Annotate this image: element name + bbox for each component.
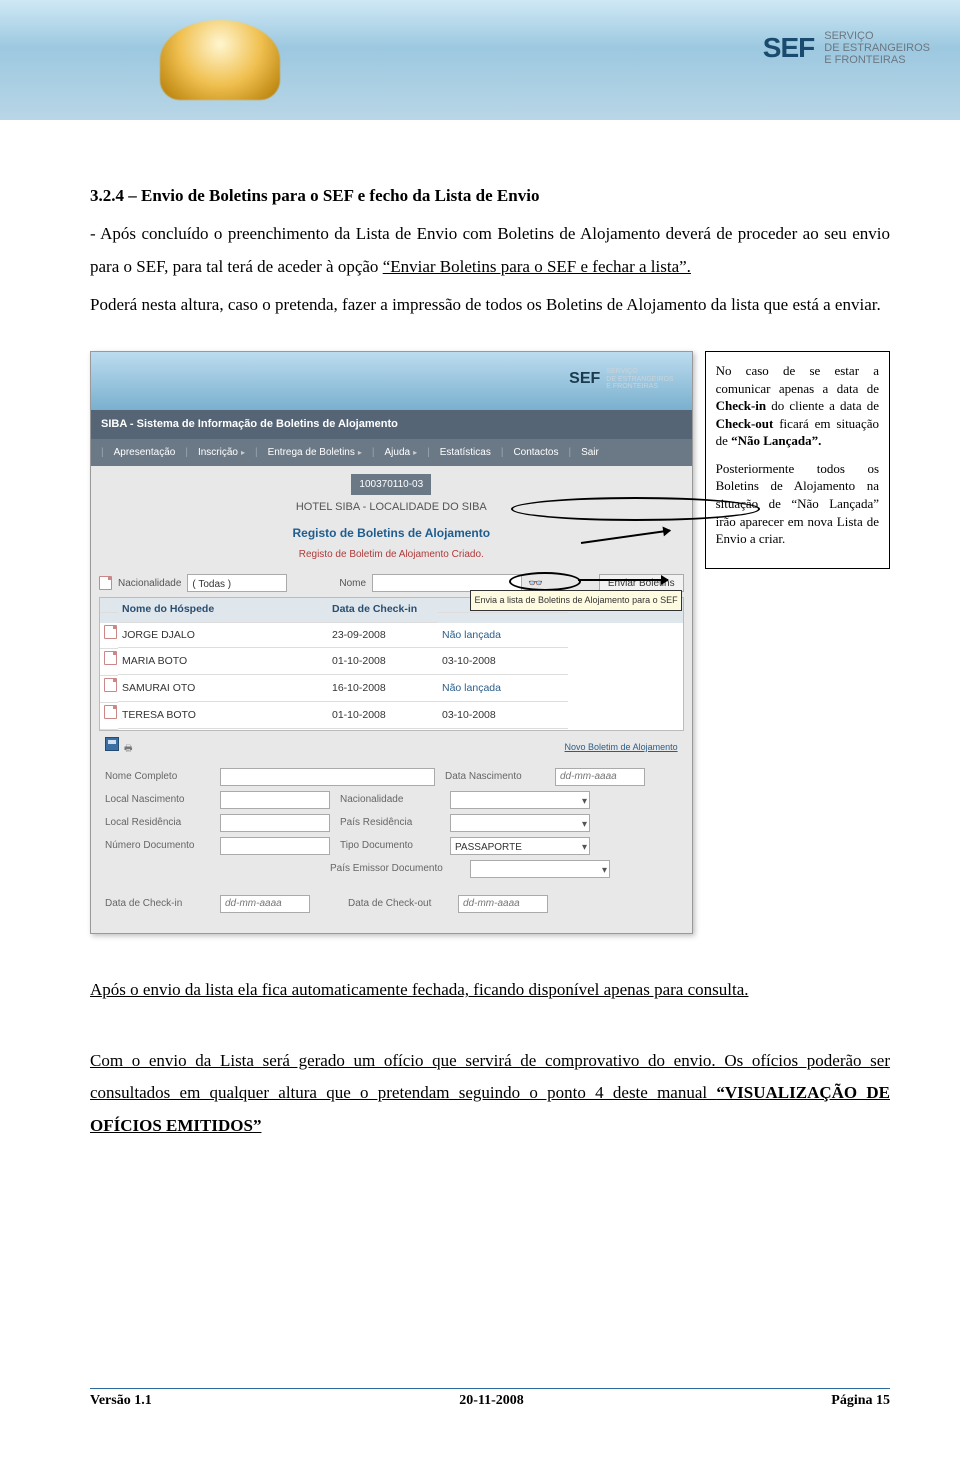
lbl-nacionalidade: Nacionalidade: [340, 790, 440, 809]
row-doc-icon: [104, 625, 117, 639]
data-grid: Nome do Hóspede Data de Check-in JORGE D…: [99, 597, 684, 732]
label-nome: Nome: [339, 574, 366, 593]
form-area: Nome Completo Data Nascimento Local Nasc…: [91, 759, 692, 921]
menu-contactos[interactable]: Contactos: [513, 443, 558, 462]
lbl-local-nasc: Local Nascimento: [105, 790, 210, 809]
filter-row: Nacionalidade ( Todas ) Nome 👓 Enviar Bo…: [91, 568, 692, 597]
menu-inscricao[interactable]: Inscrição: [198, 443, 245, 462]
app-banner: SEF SERVIÇO DE ESTRANGEIROS E FRONTEIRAS: [91, 352, 692, 410]
sef-tagline: SERVIÇO DE ESTRANGEIROS E FRONTEIRAS: [824, 30, 930, 66]
footer-version: Versão 1.1: [90, 1393, 152, 1409]
table-row[interactable]: JORGE DJALO 23-09-2008 Não lançada: [100, 623, 683, 650]
menu-estatisticas[interactable]: Estatísticas: [440, 443, 491, 462]
row-doc-icon: [104, 678, 117, 692]
paragraph-1: - Após concluído o preenchimento da List…: [90, 218, 890, 283]
tooltip-enviar: Envia a lista de Boletins de Alojamento …: [470, 590, 681, 611]
lbl-data-nasc: Data Nascimento: [445, 767, 545, 786]
registo-sub: Registo de Boletim de Alojamento Criado.: [91, 545, 692, 564]
select-tipo-doc[interactable]: PASSAPORTE: [450, 837, 590, 855]
link-novo-boletim[interactable]: Novo Boletim de Alojamento: [565, 739, 678, 756]
registo-title: Registo de Boletins de Alojamento: [91, 522, 692, 545]
table-row[interactable]: TERESA BOTO 01-10-2008 03-10-2008: [100, 703, 683, 730]
lbl-num-doc: Número Documento: [105, 836, 210, 855]
lbl-nome-completo: Nome Completo: [105, 767, 210, 786]
menu-entrega[interactable]: Entrega de Boletins: [268, 443, 362, 462]
callout-box: No caso de se estar a comunicar apenas a…: [705, 351, 890, 568]
input-nome-completo[interactable]: [220, 768, 435, 786]
row-doc-icon: [104, 705, 117, 719]
app-screenshot: SEF SERVIÇO DE ESTRANGEIROS E FRONTEIRAS…: [90, 351, 693, 934]
lbl-pais-res: País Residência: [340, 813, 440, 832]
input-checkout[interactable]: [458, 895, 548, 913]
section-title: 3.2.4 – Envio de Boletins para o SEF e f…: [90, 180, 890, 212]
app-sef-logo: SEF: [569, 364, 600, 394]
page-footer: Versão 1.1 20-11-2008 Página 15: [0, 1388, 960, 1439]
select-nacionalidade-form[interactable]: [450, 791, 590, 809]
table-row[interactable]: MARIA BOTO 01-10-2008 03-10-2008: [100, 649, 683, 676]
select-pais-res[interactable]: [450, 814, 590, 832]
menu-apresentacao[interactable]: Apresentação: [114, 443, 176, 462]
save-icon[interactable]: [105, 737, 119, 751]
doc-icon: [99, 576, 112, 590]
print-icon[interactable]: 🖶: [124, 743, 133, 753]
lbl-tipo-doc: Tipo Documento: [340, 836, 440, 855]
lbl-checkout: Data de Check-out: [348, 894, 448, 913]
menu-ajuda[interactable]: Ajuda: [384, 443, 417, 462]
sef-logo-text: SEF: [763, 32, 814, 64]
paragraph-3: Após o envio da lista ela fica automatic…: [90, 974, 890, 1006]
paragraph-2: Poderá nesta altura, caso o pretenda, fa…: [90, 289, 890, 321]
input-data-nasc[interactable]: [555, 768, 645, 786]
table-row[interactable]: SAMURAI OTO 16-10-2008 Não lançada: [100, 676, 683, 703]
input-num-doc[interactable]: [220, 837, 330, 855]
hotel-id: 100370110-03: [351, 474, 431, 495]
label-nacionalidade: Nacionalidade: [118, 574, 181, 593]
page-banner: SEF SERVIÇO DE ESTRANGEIROS E FRONTEIRAS: [0, 0, 960, 120]
lbl-checkin: Data de Check-in: [105, 894, 210, 913]
app-menu[interactable]: Apresentação Inscrição Entrega de Boleti…: [91, 439, 692, 466]
sef-logo-block: SEF SERVIÇO DE ESTRANGEIROS E FRONTEIRAS: [763, 30, 930, 66]
select-nacionalidade[interactable]: ( Todas ): [187, 574, 287, 592]
annotation-arrow-1: [578, 579, 668, 581]
lbl-pais-emissor: País Emissor Documento: [330, 859, 460, 878]
row-doc-icon: [104, 651, 117, 665]
input-local-res[interactable]: [220, 814, 330, 832]
paragraph-4: Com o envio da Lista será gerado um ofíc…: [90, 1045, 890, 1142]
select-pais-emissor[interactable]: [470, 860, 610, 878]
app-sef-tagline: SERVIÇO DE ESTRANGEIROS E FRONTEIRAS: [606, 368, 673, 391]
menu-sair[interactable]: Sair: [581, 443, 599, 462]
input-checkin[interactable]: [220, 895, 310, 913]
footer-page: Página 15: [831, 1393, 890, 1409]
lbl-local-res: Local Residência: [105, 813, 210, 832]
app-title: SIBA - Sistema de Informação de Boletins…: [91, 410, 692, 439]
footer-date: 20-11-2008: [459, 1393, 524, 1409]
input-local-nasc[interactable]: [220, 791, 330, 809]
